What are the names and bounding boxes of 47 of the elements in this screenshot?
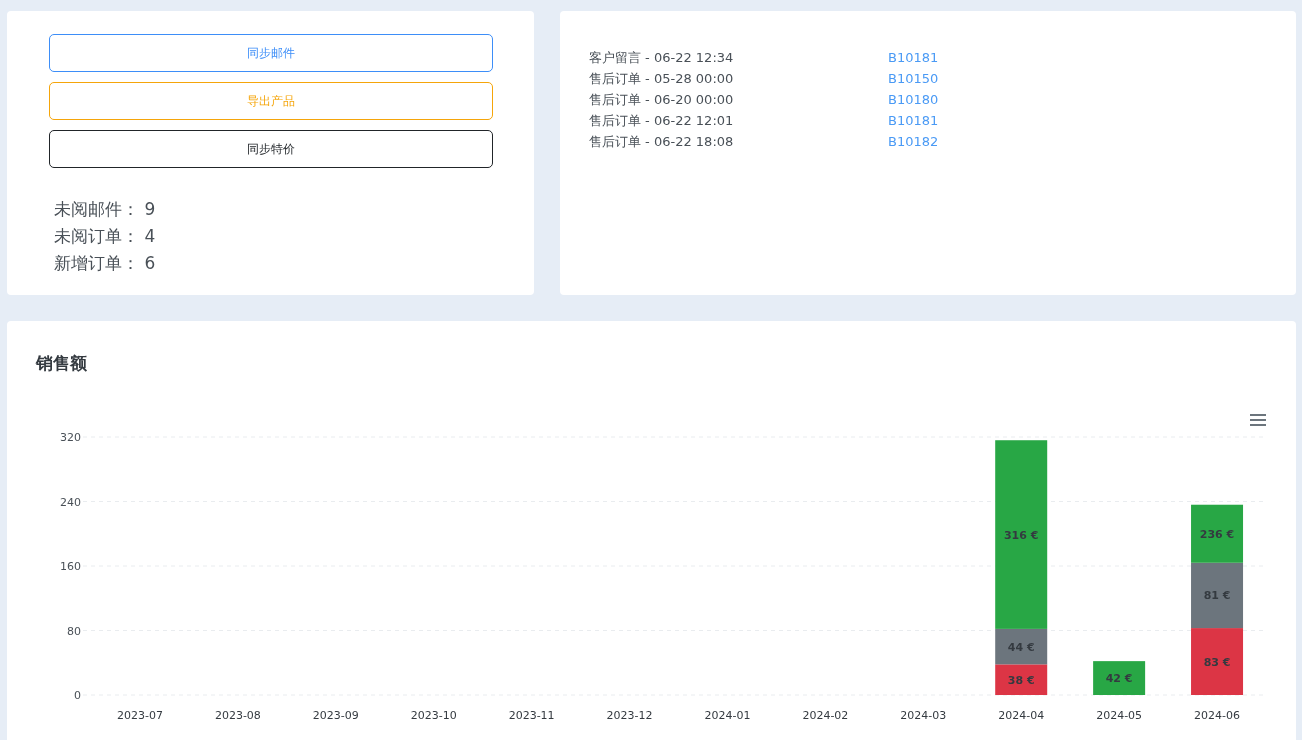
y-axis-label: 160 [60,559,81,573]
bar [1093,660,1146,695]
notification-text: 售后订单 - 05-28 00:00 [589,70,735,88]
bar [1191,504,1244,563]
bar-value-label: 316 € [1004,528,1039,542]
bar-value-label: 44 € [1007,640,1035,654]
x-axis-label: 2023-08 [214,708,261,722]
bar [995,663,1048,695]
y-axis-label: 320 [60,430,81,444]
x-axis-label: 2024-02 [802,708,849,722]
x-axis-label: 2024-01 [704,708,751,722]
order-link[interactable]: B10150 [888,68,939,89]
bar-value-label: 81 € [1203,588,1231,602]
x-axis-label: 2024-03 [900,708,947,722]
action-button[interactable]: 同步特价 [49,130,493,168]
x-axis-label: 2024-05 [1096,708,1143,722]
notification-text: 售后订单 - 06-20 00:00 [589,91,735,109]
bar-value-label: 236 € [1199,527,1235,541]
stat-text: 未阅邮件： 9 [54,198,157,221]
y-axis-label: 0 [74,688,81,702]
x-axis-label: 2023-11 [508,708,555,722]
stat-text: 新增订单： 6 [54,252,157,275]
bar-value-label: 38 € [1007,673,1035,687]
order-link[interactable]: B10182 [888,131,939,152]
x-axis-label: 2024-06 [1194,708,1241,722]
notification-text: 售后订单 - 06-22 18:08 [589,133,735,151]
bar-value-label: 83 € [1203,655,1231,669]
order-link[interactable]: B10181 [888,110,939,131]
notification-text: 客户留言 - 06-22 12:34 [589,49,735,67]
x-axis-label: 2023-10 [410,708,457,722]
x-axis-label: 2023-09 [312,708,359,722]
action-button[interactable]: 同步邮件 [49,34,493,72]
order-link[interactable]: B10181 [888,47,939,68]
menu-icon[interactable] [1249,413,1267,426]
y-axis-label: 80 [67,624,81,637]
stat-text: 未阅订单： 4 [54,225,157,248]
bar [1191,627,1244,695]
bar-value-label: 42 € [1105,671,1133,685]
notification-text: 售后订单 - 06-22 12:01 [589,112,735,130]
y-axis-label: 240 [60,495,81,508]
x-axis-label: 2023-07 [116,708,163,722]
x-axis-label: 2023-12 [606,708,653,722]
action-button[interactable]: 导出产品 [49,82,493,120]
x-axis-label: 2024-04 [998,708,1045,722]
chart-title: 销售额 [36,352,88,375]
order-link[interactable]: B10180 [888,89,939,110]
bar [1191,562,1244,628]
